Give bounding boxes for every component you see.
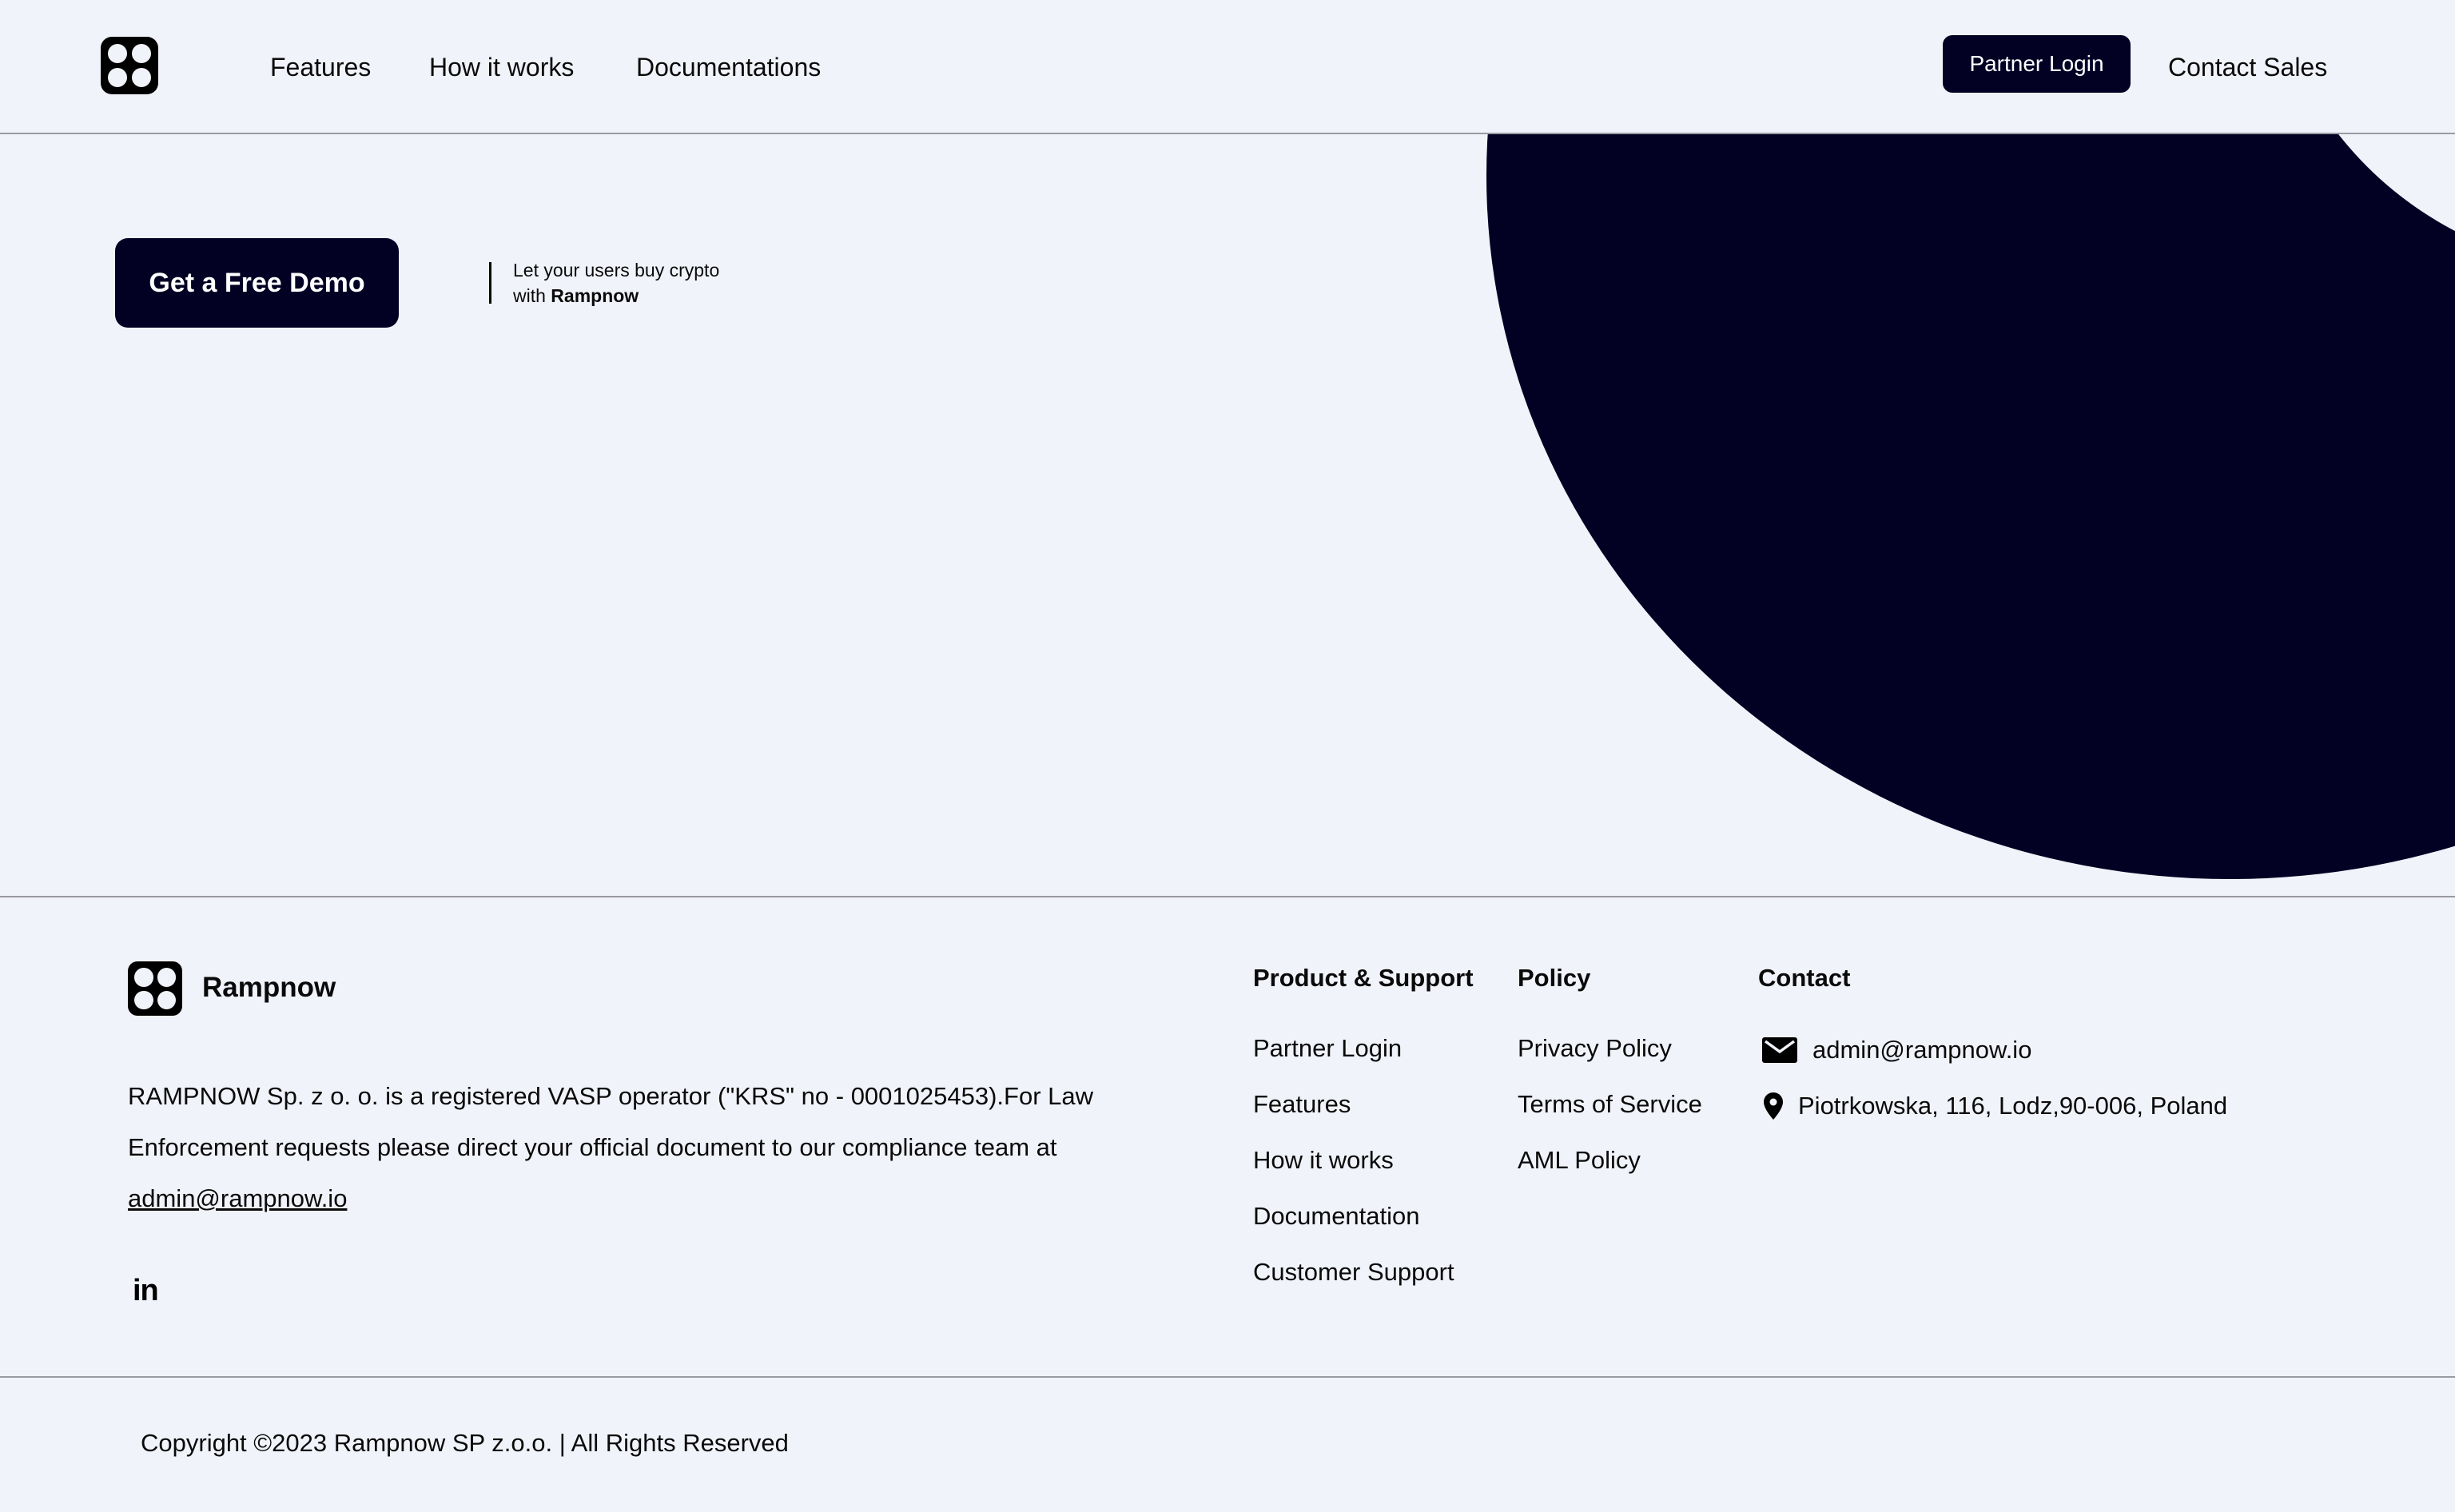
linkedin-icon[interactable]: in	[133, 1274, 159, 1308]
nav-features-link[interactable]: Features	[270, 51, 371, 83]
contact-email-link[interactable]: admin@rampnow.io	[1812, 1036, 2031, 1064]
mail-icon	[1762, 1037, 1797, 1063]
get-free-demo-button[interactable]: Get a Free Demo	[115, 238, 399, 328]
copyright-divider	[0, 1376, 2455, 1378]
footer-customer-support-link[interactable]: Customer Support	[1253, 1256, 1454, 1288]
contact-heading: Contact	[1758, 964, 1851, 992]
footer-divider	[0, 896, 2455, 897]
hero-tagline: Let your users buy crypto with Rampnow	[513, 260, 720, 306]
page: Features How it works Documentations Par…	[0, 0, 2455, 1512]
footer-how-it-works-link[interactable]: How it works	[1253, 1144, 1394, 1176]
tagline-brand: Rampnow	[551, 285, 639, 306]
nav-documentations-link[interactable]: Documentations	[636, 51, 821, 83]
contact-sales-link[interactable]: Contact Sales	[2168, 51, 2327, 83]
footer-logo-icon	[128, 961, 182, 1016]
tagline-divider	[489, 262, 491, 304]
privacy-policy-link[interactable]: Privacy Policy	[1518, 1033, 1672, 1064]
nav-how-it-works-link[interactable]: How it works	[429, 51, 574, 83]
copyright-text: Copyright ©2023 Rampnow SP z.o.o. | All …	[141, 1429, 789, 1457]
aml-policy-link[interactable]: AML Policy	[1518, 1144, 1641, 1176]
contact-address-row: Piotrkowska, 116, Lodz,90-006, Poland	[1763, 1092, 2227, 1120]
about-email-link[interactable]: admin@rampnow.io	[128, 1184, 347, 1212]
contact-email-row: admin@rampnow.io	[1761, 1036, 2031, 1064]
product-support-heading: Product & Support	[1253, 964, 1474, 992]
footer-brand-name: Rampnow	[202, 972, 336, 1003]
top-nav: Features How it works Documentations Par…	[0, 0, 2455, 134]
footer-partner-login-link[interactable]: Partner Login	[1253, 1033, 1402, 1064]
logo-icon[interactable]	[101, 37, 158, 94]
partner-login-button[interactable]: Partner Login	[1943, 35, 2131, 93]
policy-heading: Policy	[1518, 964, 1591, 992]
location-pin-icon	[1764, 1092, 1783, 1120]
company-about-text: RAMPNOW Sp. z o. o. is a registered VASP…	[128, 1082, 1094, 1212]
contact-address: Piotrkowska, 116, Lodz,90-006, Poland	[1798, 1092, 2228, 1120]
footer-features-link[interactable]: Features	[1253, 1088, 1351, 1120]
terms-of-service-link[interactable]: Terms of Service	[1518, 1088, 1702, 1120]
footer-documentation-link[interactable]: Documentation	[1253, 1200, 1420, 1232]
